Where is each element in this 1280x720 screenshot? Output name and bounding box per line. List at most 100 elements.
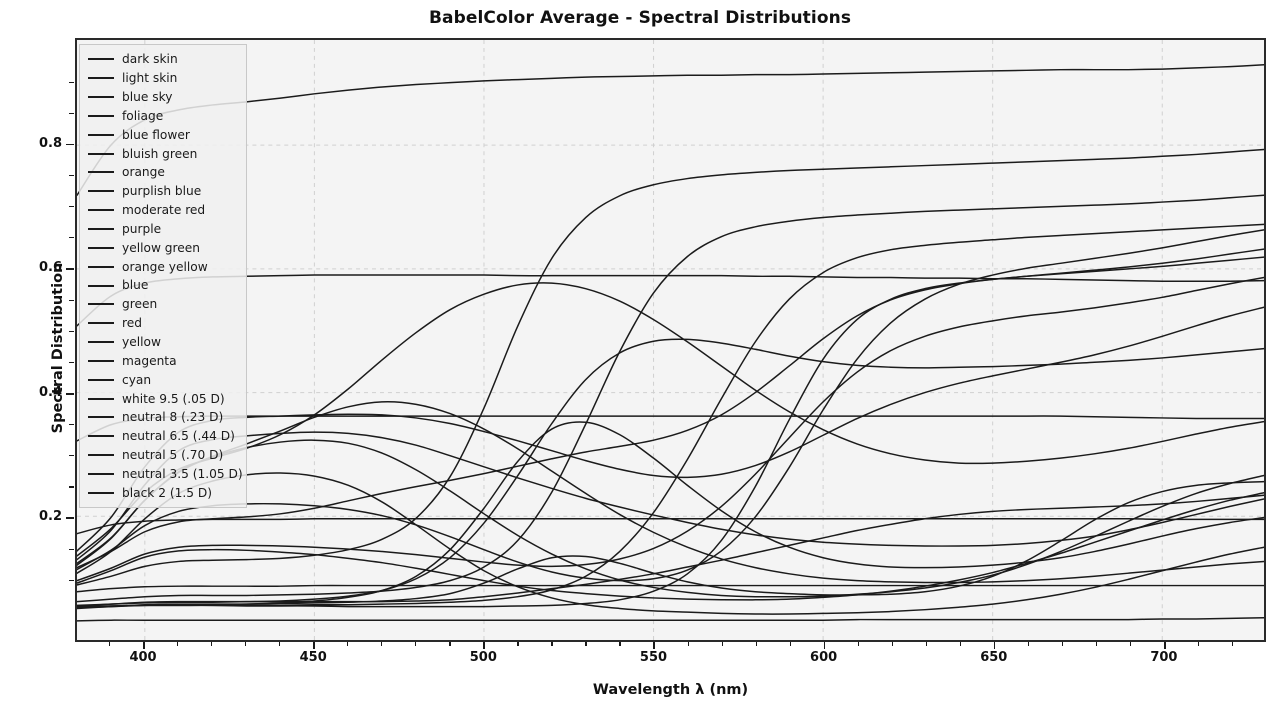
x-tick-mark <box>1061 642 1064 646</box>
legend-item[interactable]: red <box>85 314 240 333</box>
y-tick-mark <box>69 81 74 83</box>
spectral-curve <box>77 415 1264 442</box>
legend-line-icon <box>88 265 114 268</box>
legend-item[interactable]: neutral 5 (.70 D) <box>85 446 240 465</box>
legend-item-label: blue sky <box>122 90 173 104</box>
y-tick-mark <box>69 112 74 114</box>
legend-item[interactable]: blue <box>85 276 240 295</box>
legend-line-icon <box>88 435 114 438</box>
y-tick-label: 0.4 <box>38 384 62 400</box>
x-tick-mark <box>823 642 826 649</box>
legend-item[interactable]: green <box>85 295 240 314</box>
x-tick-mark <box>619 642 621 646</box>
legend-item[interactable]: light skin <box>85 69 240 88</box>
legend-item-label: green <box>122 297 158 312</box>
x-tick-mark <box>245 642 247 646</box>
legend-item[interactable]: dark skin <box>85 50 240 69</box>
x-tick-mark <box>313 642 315 649</box>
legend-item[interactable]: neutral 8 (.23 D) <box>85 408 240 427</box>
x-tick-label: 700 <box>1150 650 1178 665</box>
spectral-curve <box>77 274 1264 327</box>
x-tick-mark <box>551 642 553 646</box>
legend-item[interactable]: purple <box>85 220 240 239</box>
x-tick-mark <box>143 642 145 649</box>
legend-item[interactable]: black 2 (1.5 D) <box>85 483 240 502</box>
legend-line-icon <box>88 114 114 117</box>
legend-item-label: dark skin <box>122 52 178 67</box>
spectral-curve <box>77 282 1264 557</box>
legend-item-label: blue <box>122 278 149 293</box>
legend-item-label: neutral 5 (.70 D) <box>122 448 224 463</box>
legend-item-label: neutral 6.5 (.44 D) <box>122 429 235 444</box>
legend-line-icon <box>88 209 114 212</box>
legend-item-label: bluish green <box>122 146 198 161</box>
legend-item[interactable]: bluish green <box>85 144 240 163</box>
legend-item[interactable]: orange <box>85 163 240 182</box>
legend-item-label: red <box>122 316 142 331</box>
legend-item-label: neutral 3.5 (1.05 D) <box>122 466 243 481</box>
legend-line-icon <box>88 454 114 457</box>
legend-line-icon <box>88 284 114 287</box>
y-tick-mark <box>69 548 74 550</box>
x-tick-mark <box>993 642 996 649</box>
x-tick-mark <box>653 642 656 649</box>
spectral-curves-layer <box>77 64 1264 622</box>
spectral-curve <box>77 306 1264 552</box>
x-tick-mark <box>721 642 723 646</box>
legend-item-label: black 2 (1.5 D) <box>122 485 213 500</box>
legend-item[interactable]: neutral 3.5 (1.05 D) <box>85 465 243 484</box>
legend-item[interactable]: foliage <box>85 107 240 126</box>
x-tick-mark <box>1231 642 1234 646</box>
legend-line-icon <box>88 133 114 136</box>
legend-line-icon <box>88 190 114 193</box>
x-tick-label: 600 <box>810 650 838 665</box>
x-tick-mark <box>279 642 281 646</box>
x-tick-mark <box>687 642 689 646</box>
legend-line-icon <box>88 77 114 80</box>
legend-item-label: white 9.5 (.05 D) <box>122 391 225 406</box>
legend-item[interactable]: purplish blue <box>85 182 240 201</box>
x-tick-mark <box>347 642 349 646</box>
spectral-curve <box>77 401 1264 584</box>
x-tick-mark <box>1129 642 1132 646</box>
spectral-curve <box>77 472 1264 615</box>
y-tick-mark <box>69 455 74 457</box>
legend-item-label: light skin <box>122 71 178 86</box>
legend-item[interactable]: blue flower <box>85 125 240 144</box>
legend-line-icon <box>88 303 114 306</box>
x-tick-mark <box>925 642 927 646</box>
legend-line-icon <box>88 359 114 362</box>
plot-canvas <box>77 40 1264 640</box>
legend-line-icon <box>88 378 114 381</box>
x-tick-mark <box>891 642 893 646</box>
legend-item[interactable]: cyan <box>85 370 240 389</box>
legend-line-icon <box>88 341 114 344</box>
legend-line-icon <box>88 171 114 174</box>
y-tick-mark <box>69 579 74 581</box>
legend-item-label: blue flower <box>122 127 190 142</box>
legend-item-label: purple <box>122 221 162 236</box>
spectral-curve <box>77 64 1264 196</box>
x-tick-mark <box>381 642 383 646</box>
spectral-curve <box>77 276 1264 582</box>
legend-item[interactable]: yellow <box>85 333 240 352</box>
legend-line-icon <box>88 96 114 99</box>
y-tick-label: 0.6 <box>38 260 62 276</box>
x-tick-mark <box>415 642 417 646</box>
legend-item[interactable]: orange yellow <box>85 257 240 276</box>
x-tick-mark <box>1197 642 1200 646</box>
legend-item-label: neutral 8 (.23 D) <box>122 410 224 425</box>
legend-item[interactable]: yellow green <box>85 238 240 257</box>
legend-item[interactable]: neutral 6.5 (.44 D) <box>85 427 240 446</box>
legend-item-label: yellow green <box>122 240 200 255</box>
legend: dark skin light skin blue sky foliage blue f… <box>79 44 247 509</box>
legend-item[interactable]: blue sky <box>85 88 240 107</box>
x-tick-mark <box>211 642 213 646</box>
x-tick-mark <box>1095 642 1098 646</box>
x-tick-mark <box>449 642 451 646</box>
legend-item[interactable]: magenta <box>85 352 240 371</box>
legend-item[interactable]: moderate red <box>85 201 240 220</box>
legend-item[interactable]: white 9.5 (.05 D) <box>85 389 240 408</box>
legend-item-label: orange yellow <box>122 259 208 274</box>
y-tick-mark <box>66 392 74 395</box>
